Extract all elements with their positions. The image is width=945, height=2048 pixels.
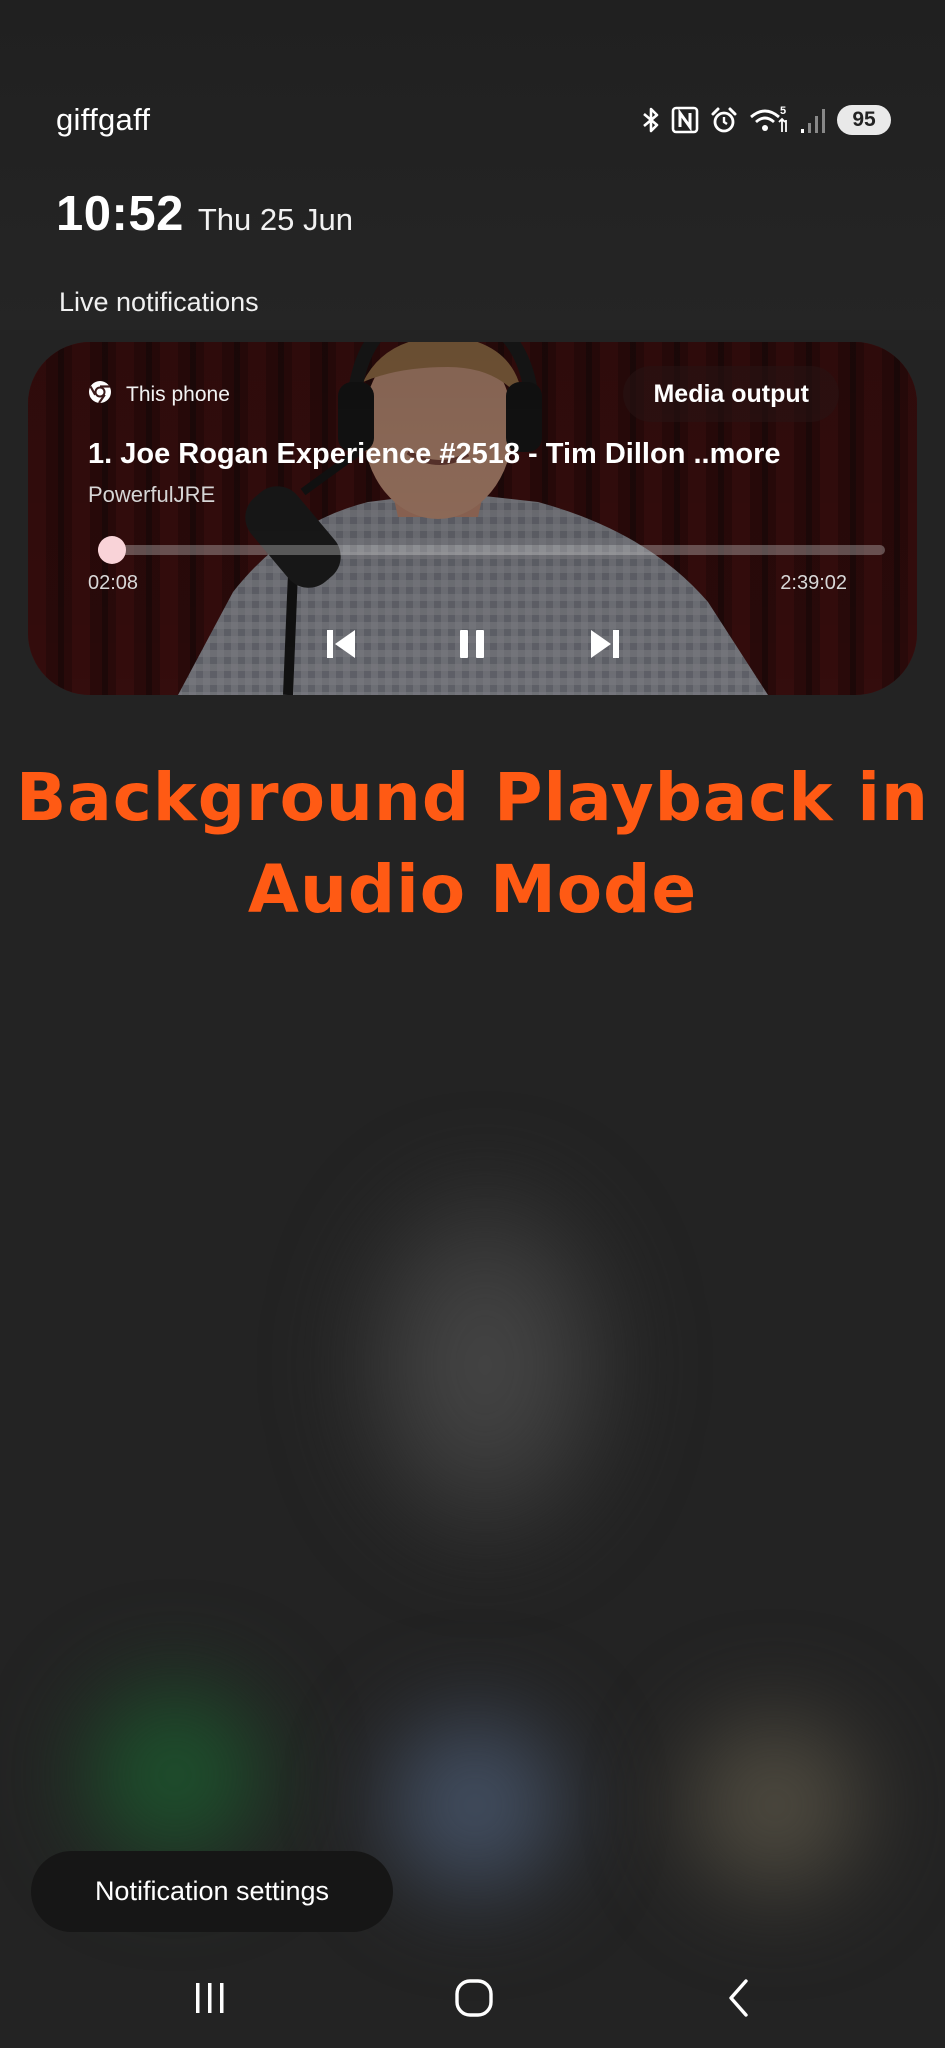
clock-date: 10:52 Thu 25 Jun <box>56 186 353 246</box>
blurred-app-icon <box>660 1690 890 1920</box>
signal-icon <box>799 105 827 135</box>
battery-indicator: 95 <box>837 105 891 135</box>
notification-settings-button[interactable]: Notification settings <box>31 1851 393 1932</box>
pause-icon <box>455 627 489 666</box>
media-output-button[interactable]: Media output <box>623 366 839 422</box>
live-notifications-label: Live notifications <box>59 287 259 317</box>
playback-controls <box>28 612 917 682</box>
promo-line-2: Audio Mode <box>247 851 698 928</box>
total-duration: 2:39:02 <box>780 572 847 594</box>
promo-headline: Background Playback in Audio Mode <box>0 752 945 936</box>
status-icons: 5 95 <box>641 102 891 138</box>
date-text: Thu 25 Jun <box>197 202 353 237</box>
alarm-icon <box>709 105 739 135</box>
status-bar: giffgaff 5 95 <box>0 96 945 146</box>
blurred-app-icon <box>360 1690 590 1920</box>
back-icon <box>724 1978 754 2023</box>
carrier-name: giffgaff <box>56 102 151 137</box>
svg-text:5: 5 <box>780 105 786 117</box>
next-icon <box>588 627 622 666</box>
blurred-app-icon <box>340 1170 630 1560</box>
media-source: This phone <box>88 380 230 410</box>
track-title[interactable]: 1. Joe Rogan Experience #2518 - Tim Dill… <box>88 438 888 471</box>
background-shade <box>0 0 945 330</box>
pause-button[interactable] <box>446 620 498 672</box>
home-button[interactable] <box>444 1978 504 2022</box>
recents-icon <box>190 1980 230 2021</box>
back-button[interactable] <box>709 1978 769 2022</box>
bluetooth-icon <box>641 105 661 135</box>
home-icon <box>454 1978 494 2023</box>
clock-time: 10:52 <box>56 187 184 241</box>
track-artist: PowerfulJRE <box>88 482 216 507</box>
playback-seekbar[interactable] <box>98 536 885 564</box>
chrome-icon <box>88 380 112 410</box>
recents-button[interactable] <box>180 1978 240 2022</box>
nfc-icon <box>671 105 699 135</box>
previous-button[interactable] <box>315 620 367 672</box>
media-notification-card[interactable]: This phone Media output 1. Joe Rogan Exp… <box>28 342 917 695</box>
previous-icon <box>324 627 358 666</box>
navigation-bar <box>0 1958 945 2038</box>
promo-line-1: Background Playback in <box>15 759 930 836</box>
elapsed-time: 02:08 <box>88 572 139 594</box>
wifi-5-icon: 5 <box>749 104 789 136</box>
next-button[interactable] <box>579 620 631 672</box>
media-source-label: This phone <box>126 383 230 406</box>
